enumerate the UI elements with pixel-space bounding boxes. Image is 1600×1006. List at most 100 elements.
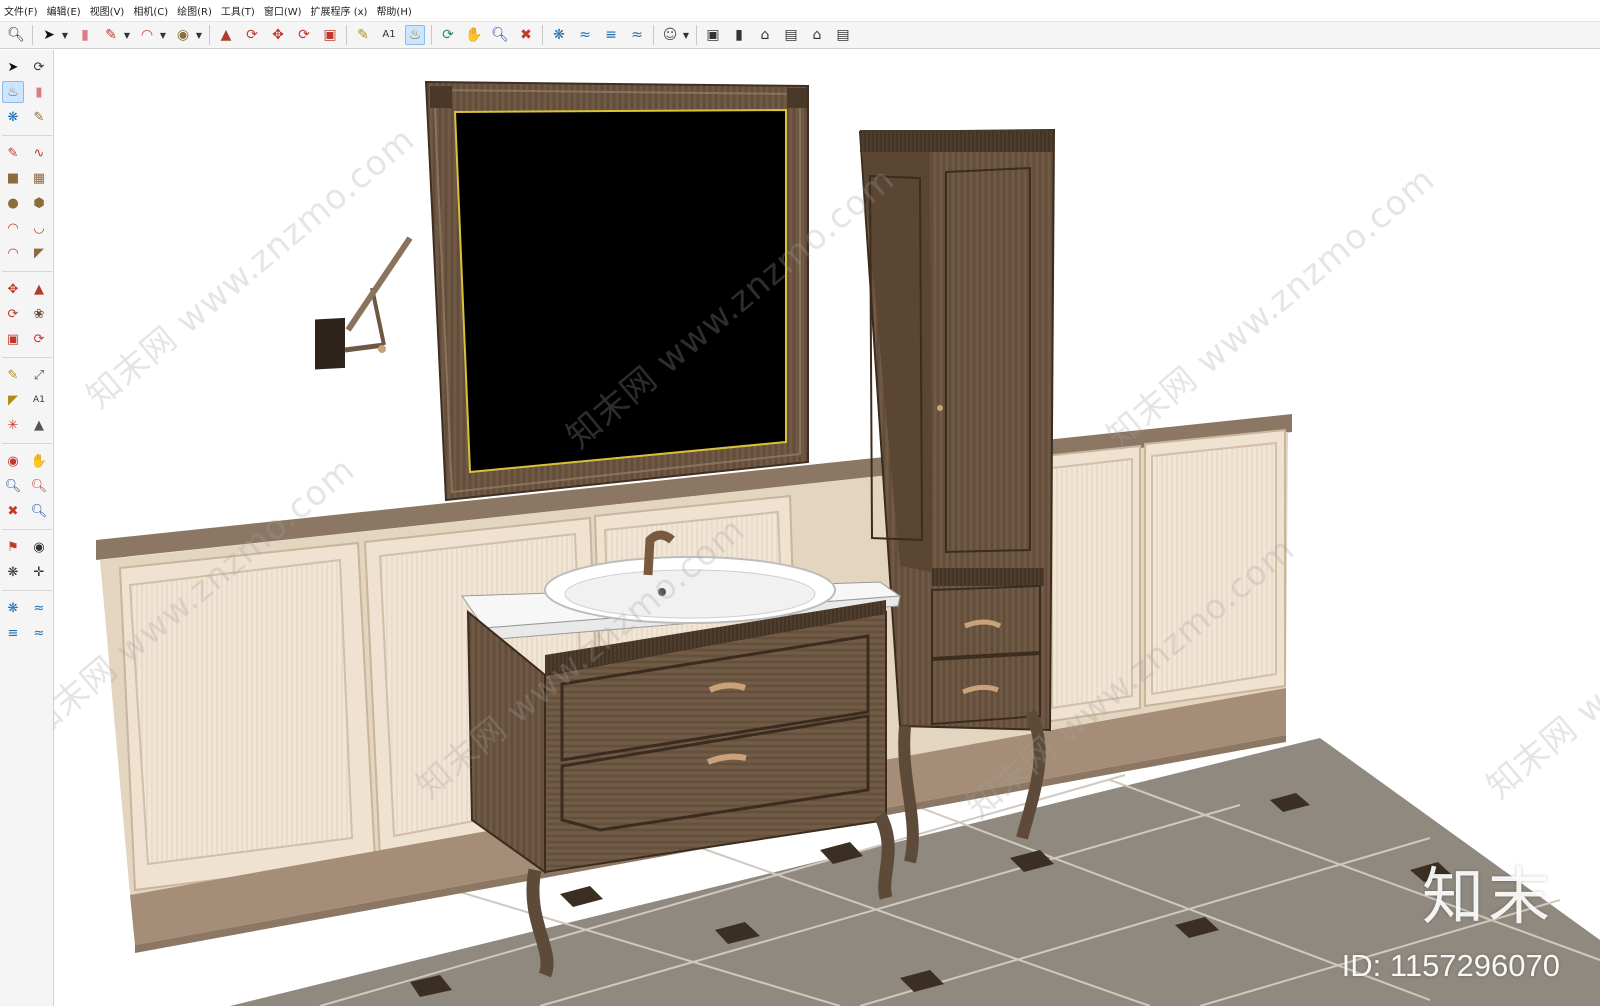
zoom-extents-icon[interactable]: ✖ bbox=[516, 25, 536, 45]
freehand-icon[interactable]: ∿ bbox=[28, 142, 50, 164]
toolbar-separator bbox=[653, 25, 654, 45]
pencil-icon[interactable]: ✎ bbox=[28, 106, 50, 128]
menu-window[interactable]: 窗口(W) bbox=[264, 3, 302, 18]
push-pull-icon[interactable]: ▲ bbox=[216, 25, 236, 45]
tool-palette: ➤ ⟳ ♨ ▮ ❋ ✎ ✎ ∿ ■ ▦ ● ⬢ ◠ ◡ ◠ ◤ ✥ ▲ ⟳ ❀ … bbox=[0, 50, 54, 1006]
component-icon[interactable]: ❋ bbox=[2, 106, 24, 128]
paint-bucket-icon[interactable]: ♨ bbox=[405, 25, 425, 45]
palette-separator bbox=[2, 267, 52, 272]
look-around-icon[interactable]: ◉ bbox=[28, 536, 50, 558]
select-dropdown-caret[interactable]: ▼ bbox=[61, 25, 69, 45]
section-plane-icon[interactable]: ◉ bbox=[2, 450, 24, 472]
follow-me-icon[interactable]: ❀ bbox=[28, 303, 50, 325]
sandbox-flip-icon[interactable]: ≈ bbox=[28, 622, 50, 644]
pan-icon[interactable]: ✋ bbox=[464, 25, 484, 45]
zoom-window-icon[interactable]: 🔍︎ bbox=[490, 25, 510, 45]
text-icon[interactable]: A1 bbox=[28, 389, 50, 411]
iso-view-icon[interactable]: ▣ bbox=[703, 25, 723, 45]
pie-icon[interactable]: ◤ bbox=[28, 242, 50, 264]
sandbox-stamp-icon[interactable]: ≈ bbox=[28, 597, 50, 619]
palette-separator bbox=[2, 586, 52, 591]
previous-view-icon[interactable]: 🔍︎ bbox=[28, 500, 50, 522]
line-icon[interactable]: ✎ bbox=[2, 142, 24, 164]
main-toolbar: 🔍︎ ➤ ▼ ▮ ✎ ▼ ◠ ▼ ◉ ▼ ▲ ⟳ ✥ ⟳ ▣ ✎ A1 ♨ ⟳ … bbox=[0, 22, 1600, 49]
menu-file[interactable]: 文件(F) bbox=[4, 3, 38, 18]
select-icon[interactable]: ➤ bbox=[39, 25, 59, 45]
eraser-icon[interactable]: ▮ bbox=[75, 25, 95, 45]
menu-edit[interactable]: 编辑(E) bbox=[47, 3, 81, 18]
paint-bucket-icon[interactable]: ♨ bbox=[2, 81, 24, 103]
follow-me-icon[interactable]: ⟳ bbox=[242, 25, 262, 45]
axes-icon[interactable]: ✳ bbox=[2, 414, 24, 436]
crosshair-icon[interactable]: ✛ bbox=[28, 561, 50, 583]
orbit-icon[interactable]: ⟳ bbox=[438, 25, 458, 45]
move-icon[interactable]: ✥ bbox=[268, 25, 288, 45]
model-viewport[interactable]: 知末网 www.znzmo.com 知末网 www.znzmo.com 知末网 … bbox=[54, 50, 1600, 1006]
back-view-icon[interactable]: ▤ bbox=[833, 25, 853, 45]
arc-icon[interactable]: ◠ bbox=[2, 217, 24, 239]
menu-camera[interactable]: 相机(C) bbox=[133, 3, 168, 18]
top-view-icon[interactable]: ⌂ bbox=[755, 25, 775, 45]
eraser-icon[interactable]: ▮ bbox=[28, 81, 50, 103]
line-dropdown-caret[interactable]: ▼ bbox=[123, 25, 131, 45]
position-camera-icon[interactable]: ⚑ bbox=[2, 536, 24, 558]
zoom-window-icon[interactable]: 🔍︎ bbox=[28, 475, 50, 497]
3d-text-icon[interactable]: ▲ bbox=[28, 414, 50, 436]
account-dropdown-caret[interactable]: ▼ bbox=[682, 25, 690, 45]
rotate-icon[interactable]: ⟳ bbox=[2, 303, 24, 325]
toolbar-separator bbox=[431, 25, 432, 45]
styles-icon[interactable]: ≈ bbox=[627, 25, 647, 45]
offset-icon[interactable]: ⟳ bbox=[28, 328, 50, 350]
three-point-arc-icon[interactable]: ◠ bbox=[2, 242, 24, 264]
menu-draw[interactable]: 绘图(R) bbox=[177, 3, 212, 18]
scale-icon[interactable]: ▣ bbox=[2, 328, 24, 350]
wall-sconce[interactable] bbox=[315, 236, 413, 370]
asset-id-label: ID: 1157296070 bbox=[1341, 948, 1560, 983]
menu-tools[interactable]: 工具(T) bbox=[221, 3, 255, 18]
layers-icon[interactable]: ≡ bbox=[601, 25, 621, 45]
two-point-arc-icon[interactable]: ◡ bbox=[28, 217, 50, 239]
text-icon[interactable]: A1 bbox=[379, 25, 399, 45]
rotated-rectangle-icon[interactable]: ▦ bbox=[28, 167, 50, 189]
circle-icon[interactable]: ◉ bbox=[173, 25, 193, 45]
footprints-icon[interactable]: ❋ bbox=[2, 561, 24, 583]
menu-bar: 文件(F) 编辑(E) 视图(V) 相机(C) 绘图(R) 工具(T) 窗口(W… bbox=[0, 0, 1600, 22]
move-icon[interactable]: ✥ bbox=[2, 278, 24, 300]
polygon-icon[interactable]: ⬢ bbox=[28, 192, 50, 214]
zoom-icon[interactable]: 🔍︎ bbox=[2, 475, 24, 497]
zoom-icon[interactable]: 🔍︎ bbox=[6, 25, 26, 45]
home-view-icon[interactable]: ⌂ bbox=[807, 25, 827, 45]
zoom-extents-icon[interactable]: ✖ bbox=[2, 500, 24, 522]
scale-icon[interactable]: ▣ bbox=[320, 25, 340, 45]
circle-icon[interactable]: ● bbox=[2, 192, 24, 214]
protractor-icon[interactable]: ◤ bbox=[2, 389, 24, 411]
palette-separator bbox=[2, 439, 52, 444]
warehouse-icon[interactable]: ❋ bbox=[549, 25, 569, 45]
palette-separator bbox=[2, 131, 52, 136]
sandbox-icon[interactable]: ≈ bbox=[575, 25, 595, 45]
orbit-icon[interactable]: ⟳ bbox=[28, 56, 50, 78]
line-icon[interactable]: ✎ bbox=[101, 25, 121, 45]
sandbox-drape-icon[interactable]: ≡ bbox=[2, 622, 24, 644]
walk-icon[interactable]: ✋ bbox=[28, 450, 50, 472]
palette-separator bbox=[2, 525, 52, 530]
tape-measure-icon[interactable]: ✎ bbox=[2, 364, 24, 386]
toolbar-separator bbox=[32, 25, 33, 45]
push-pull-icon[interactable]: ▲ bbox=[28, 278, 50, 300]
tape-measure-icon[interactable]: ✎ bbox=[353, 25, 373, 45]
circle-dropdown-caret[interactable]: ▼ bbox=[195, 25, 203, 45]
rotate-icon[interactable]: ⟳ bbox=[294, 25, 314, 45]
arc-dropdown-caret[interactable]: ▼ bbox=[159, 25, 167, 45]
dimension-icon[interactable]: ⤢ bbox=[28, 364, 50, 386]
menu-view[interactable]: 视图(V) bbox=[90, 3, 125, 18]
select-icon[interactable]: ➤ bbox=[2, 56, 24, 78]
account-icon[interactable]: ☺ bbox=[660, 25, 680, 45]
menu-help[interactable]: 帮助(H) bbox=[376, 3, 411, 18]
rectangle-icon[interactable]: ■ bbox=[2, 167, 24, 189]
arc-icon[interactable]: ◠ bbox=[137, 25, 157, 45]
toolbar-separator bbox=[542, 25, 543, 45]
front-view-icon[interactable]: ▮ bbox=[729, 25, 749, 45]
right-view-icon[interactable]: ▤ bbox=[781, 25, 801, 45]
menu-extensions[interactable]: 扩展程序 (x) bbox=[311, 3, 368, 18]
sandbox-smoove-icon[interactable]: ❋ bbox=[2, 597, 24, 619]
